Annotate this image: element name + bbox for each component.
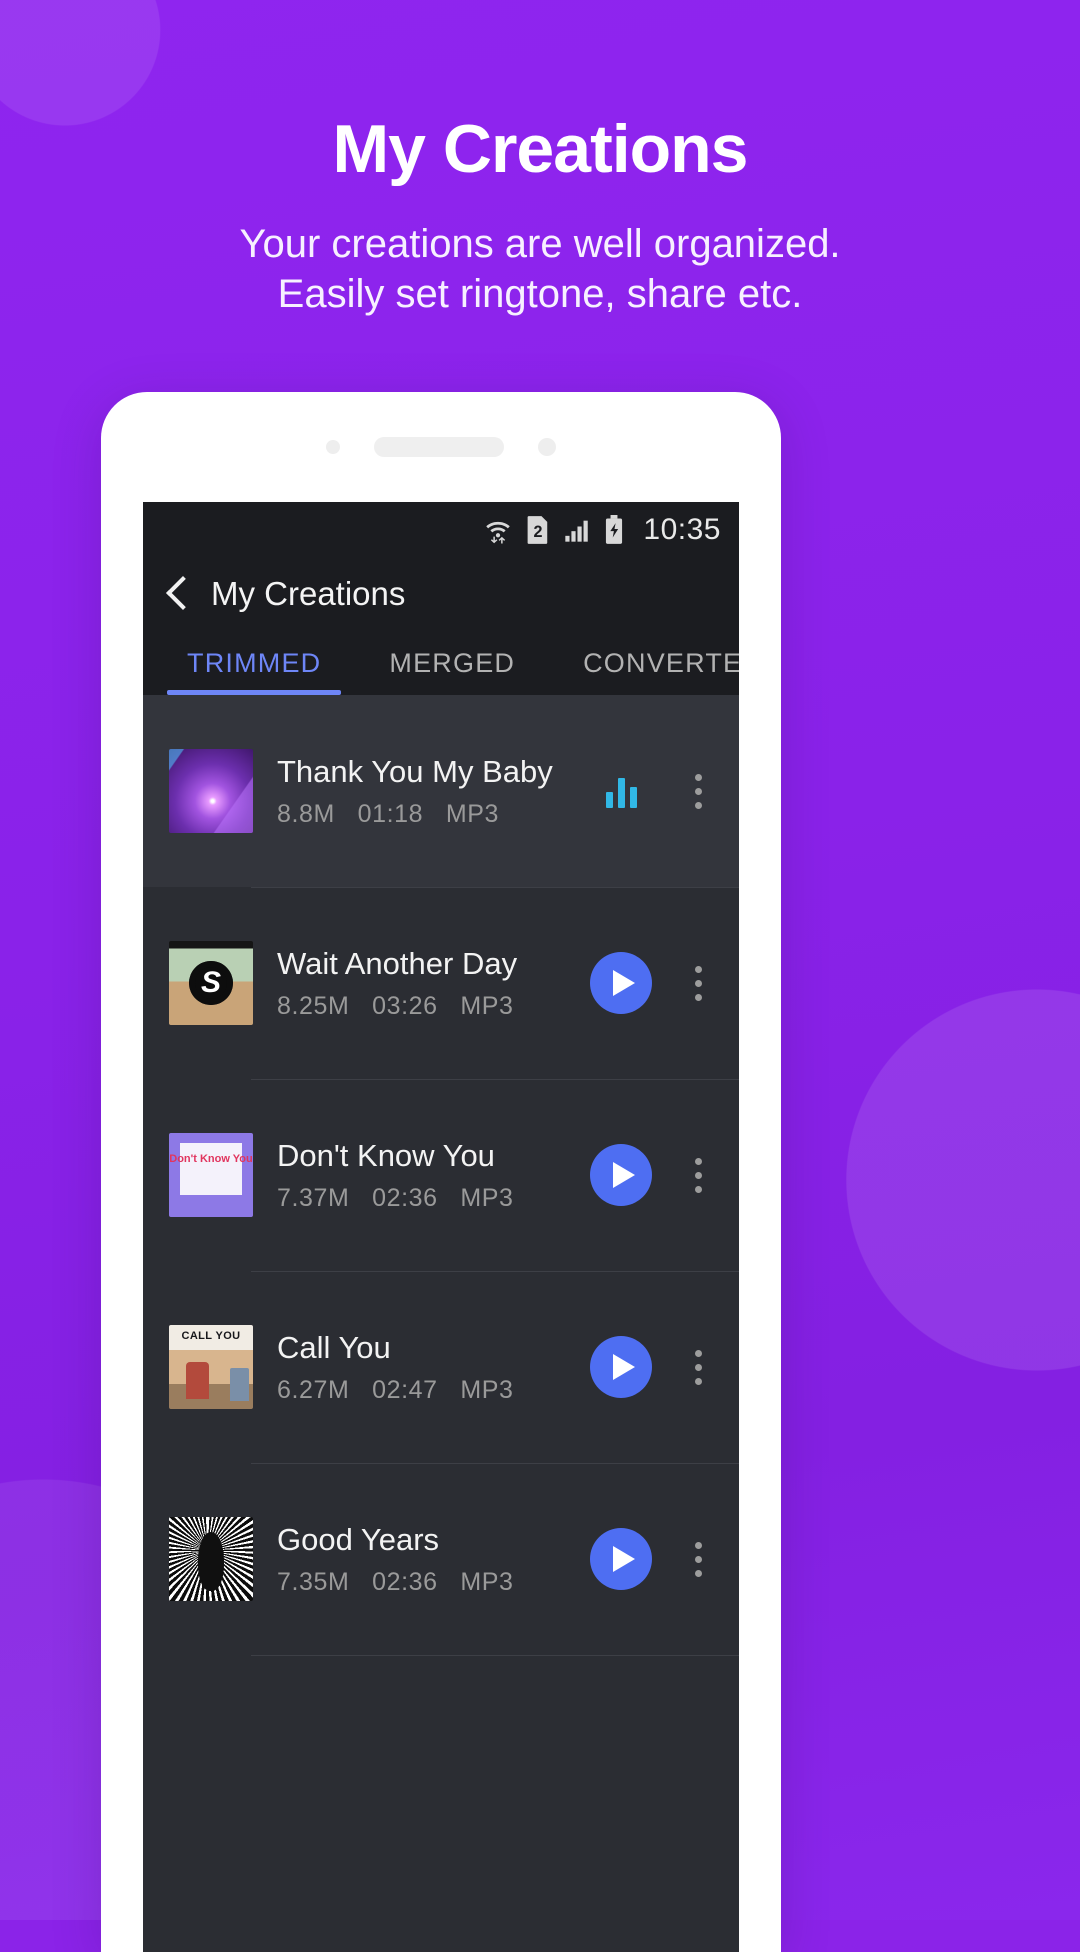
play-icon[interactable] bbox=[590, 1336, 652, 1398]
promo-subtitle-line-1: Your creations are well organized. bbox=[239, 222, 841, 266]
play-button-wrap[interactable] bbox=[575, 952, 667, 1014]
album-artwork bbox=[169, 1517, 253, 1601]
track-size: 8.8M bbox=[277, 800, 335, 829]
track-size: 7.35M bbox=[277, 1568, 350, 1597]
track-format: MP3 bbox=[460, 1376, 514, 1405]
track-duration: 02:36 bbox=[372, 1184, 438, 1213]
row-divider bbox=[251, 1079, 739, 1080]
row-divider bbox=[251, 1655, 739, 1656]
track-duration: 02:36 bbox=[372, 1568, 438, 1597]
track-details: 7.35M 02:36 MP3 bbox=[277, 1568, 575, 1597]
track-meta: Don't Know You 7.37M 02:36 MP3 bbox=[253, 1137, 575, 1214]
track-duration: 03:26 bbox=[372, 992, 438, 1021]
album-artwork: Don't Know You bbox=[169, 1133, 253, 1217]
device-screen: 2 10:35 My Creations TRIMMED MERGED CONV… bbox=[143, 502, 739, 1952]
list-item[interactable]: Thank You My Baby 8.8M 01:18 MP3 bbox=[143, 695, 739, 887]
track-meta: Wait Another Day 8.25M 03:26 MP3 bbox=[253, 945, 575, 1022]
phone-mockup: 2 10:35 My Creations TRIMMED MERGED CONV… bbox=[101, 392, 781, 1952]
album-artwork bbox=[169, 749, 253, 833]
promo-subtitle: Your creations are well organized. Easil… bbox=[0, 219, 1080, 319]
more-vertical-icon[interactable] bbox=[667, 1349, 729, 1385]
play-button-wrap[interactable] bbox=[575, 1336, 667, 1398]
more-vertical-icon[interactable] bbox=[667, 1541, 729, 1577]
play-icon[interactable] bbox=[590, 1528, 652, 1590]
track-details: 8.8M 01:18 MP3 bbox=[277, 800, 575, 829]
track-title: Call You bbox=[277, 1329, 391, 1365]
play-button-wrap[interactable] bbox=[575, 1528, 667, 1590]
track-title: Thank You My Baby bbox=[277, 753, 553, 789]
phone-bezel-top bbox=[101, 392, 781, 502]
artwork-logo: S bbox=[200, 966, 222, 999]
track-duration: 02:47 bbox=[372, 1376, 438, 1405]
list-item[interactable]: Don't Know You Don't Know You 7.37M 02:3… bbox=[143, 1079, 739, 1271]
tab-bar: TRIMMED MERGED CONVERTED A bbox=[143, 631, 739, 695]
list-item[interactable]: CALL YOU Call You 6.27M 02:47 MP3 bbox=[143, 1271, 739, 1463]
track-format: MP3 bbox=[460, 1568, 514, 1597]
track-title: Wait Another Day bbox=[277, 945, 518, 981]
more-vertical-icon[interactable] bbox=[667, 965, 729, 1001]
track-size: 7.37M bbox=[277, 1184, 350, 1213]
row-divider bbox=[251, 1463, 739, 1464]
track-format: MP3 bbox=[460, 992, 514, 1021]
list-item[interactable]: Good Years 7.35M 02:36 MP3 bbox=[143, 1463, 739, 1655]
promo-header: My Creations Your creations are well org… bbox=[0, 0, 1080, 319]
earpiece-speaker bbox=[374, 437, 504, 457]
sim-card-2-icon: 2 bbox=[525, 515, 551, 545]
track-size: 8.25M bbox=[277, 992, 350, 1021]
track-details: 8.25M 03:26 MP3 bbox=[277, 992, 575, 1021]
battery-charging-icon bbox=[603, 514, 625, 545]
play-icon[interactable] bbox=[590, 1144, 652, 1206]
promo-subtitle-line-2: Easily set ringtone, share etc. bbox=[277, 272, 803, 316]
album-artwork: S bbox=[169, 941, 253, 1025]
creations-list: Thank You My Baby 8.8M 01:18 MP3 S Wait … bbox=[143, 695, 739, 1656]
tab-merged[interactable]: MERGED bbox=[355, 631, 549, 695]
track-duration: 01:18 bbox=[357, 800, 424, 829]
proximity-sensor-icon bbox=[326, 440, 340, 454]
more-vertical-icon[interactable] bbox=[667, 1157, 729, 1193]
equalizer-icon bbox=[605, 774, 637, 808]
track-format: MP3 bbox=[445, 800, 500, 829]
track-meta: Good Years 7.35M 02:36 MP3 bbox=[253, 1521, 575, 1598]
wifi-data-transfer-icon bbox=[483, 515, 513, 545]
track-title: Don't Know You bbox=[277, 1137, 495, 1173]
artwork-title: Don't Know You bbox=[169, 1153, 253, 1166]
app-bar: My Creations bbox=[143, 557, 739, 631]
track-details: 6.27M 02:47 MP3 bbox=[277, 1376, 575, 1405]
artwork-title: CALL YOU bbox=[181, 1330, 241, 1343]
tab-converted[interactable]: CONVERTED A bbox=[549, 631, 739, 695]
track-meta: Call You 6.27M 02:47 MP3 bbox=[253, 1329, 575, 1406]
status-bar: 2 10:35 bbox=[143, 502, 739, 557]
row-divider bbox=[251, 887, 739, 888]
track-meta: Thank You My Baby 8.8M 01:18 MP3 bbox=[253, 753, 575, 830]
track-details: 7.37M 02:36 MP3 bbox=[277, 1184, 575, 1213]
track-format: MP3 bbox=[460, 1184, 514, 1213]
play-icon[interactable] bbox=[590, 952, 652, 1014]
page-title: My Creations bbox=[211, 575, 406, 612]
list-item[interactable]: S Wait Another Day 8.25M 03:26 MP3 bbox=[143, 887, 739, 1079]
promo-title: My Creations bbox=[332, 111, 749, 187]
more-vertical-icon[interactable] bbox=[667, 773, 729, 809]
status-bar-clock: 10:35 bbox=[643, 512, 721, 546]
front-camera-icon bbox=[538, 438, 556, 456]
play-button-wrap[interactable] bbox=[575, 1144, 667, 1206]
playing-indicator[interactable] bbox=[575, 774, 667, 808]
back-chevron-icon[interactable] bbox=[165, 577, 189, 611]
row-divider bbox=[251, 1271, 739, 1272]
tab-trimmed[interactable]: TRIMMED bbox=[153, 631, 355, 695]
track-size: 6.27M bbox=[277, 1376, 350, 1405]
track-title: Good Years bbox=[277, 1521, 440, 1557]
svg-text:2: 2 bbox=[534, 522, 543, 540]
cellular-signal-icon bbox=[563, 516, 591, 544]
album-artwork: CALL YOU bbox=[169, 1325, 253, 1409]
